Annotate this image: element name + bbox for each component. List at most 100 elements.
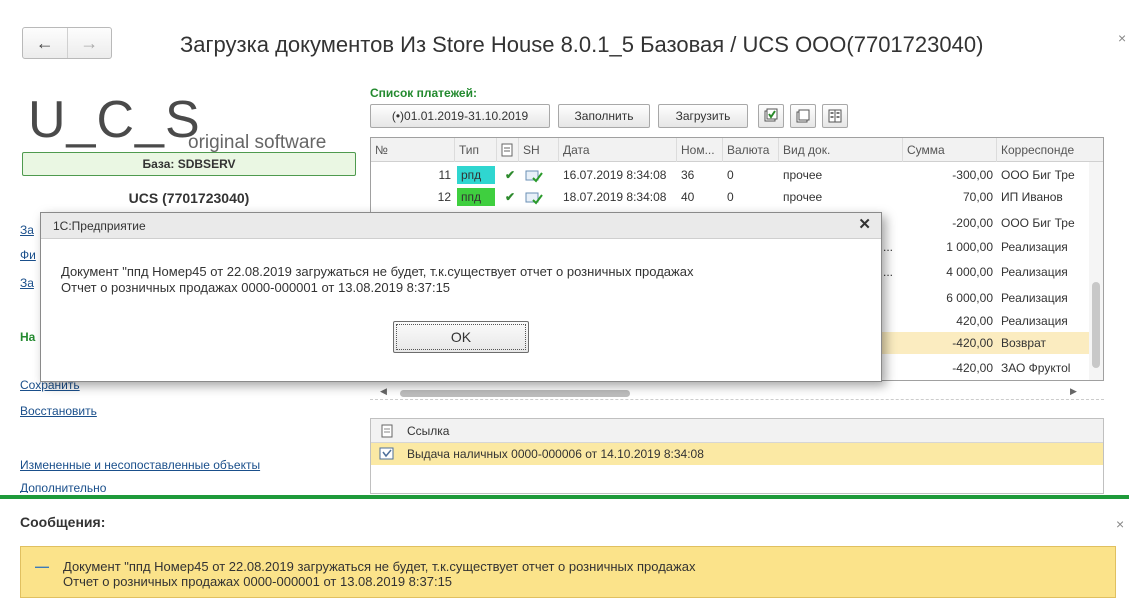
row-corr: ЗАО Фруктоl <box>1001 361 1071 375</box>
additional-link[interactable]: Дополнительно <box>20 481 106 493</box>
reference-header-label: Ссылка <box>407 424 450 438</box>
dialog-message-line-2: Отчет о розничных продажах 0000-000001 о… <box>61 280 451 295</box>
document-icon <box>381 424 393 438</box>
scroll-right-icon[interactable]: ▶ <box>1070 386 1077 397</box>
table-row[interactable]: 12 ппд ✔ 18.07.2019 8:34:08 40 0 прочее … <box>371 186 1103 208</box>
row-currency: 0 <box>727 190 734 204</box>
dialog-header: 1С:Предприятие ✕ <box>41 213 881 239</box>
row-checkbox[interactable]: ✔ <box>501 164 519 186</box>
horizontal-scroll-thumb[interactable] <box>400 390 630 397</box>
row-kind: прочее <box>783 168 823 182</box>
row-num: 12 <box>437 190 451 204</box>
fill-button[interactable]: Заполнить <box>558 104 650 128</box>
cash-document-icon <box>379 447 394 460</box>
row-type: ппд <box>457 188 495 206</box>
period-button[interactable]: (•)01.01.2019-31.10.2019 <box>370 104 550 128</box>
sidebar-link-1[interactable]: За <box>20 223 34 237</box>
row-corr: ООО Биг Тре <box>1001 168 1075 182</box>
horizontal-scrollbar[interactable]: ◀ ▶ <box>370 386 1104 400</box>
logo-subtitle: original software <box>188 132 327 153</box>
org-name: UCS (7701723040) <box>128 190 250 206</box>
row-sum: 70,00 <box>962 190 993 204</box>
check-all-icon[interactable] <box>758 104 784 128</box>
forward-button[interactable]: → <box>66 28 112 58</box>
dialog-message-line-1: Документ "ппд Номер45 от 22.08.2019 загр… <box>61 264 694 279</box>
row-kind: прочее <box>783 190 823 204</box>
sidebar-link-2[interactable]: Фи <box>20 248 36 262</box>
title-bar: ← → Загрузка документов Из Store House 8… <box>0 0 1129 80</box>
table-row[interactable]: 11 рпд ✔ 16.07.2019 8:34:08 36 0 прочее … <box>371 164 1103 186</box>
sh-doc-icon <box>521 164 555 186</box>
row-kind: ... <box>883 240 894 254</box>
reference-header: Ссылка <box>371 419 1103 443</box>
message-item[interactable]: — Документ "ппд Номер45 от 22.08.2019 за… <box>20 546 1116 598</box>
vertical-scrollbar[interactable] <box>1089 162 1103 380</box>
reference-row[interactable]: Выдача наличных 0000-000006 от 14.10.201… <box>371 443 1103 465</box>
dialog-close-icon[interactable]: ✕ <box>858 215 871 233</box>
row-nomer: 40 <box>681 190 695 204</box>
changed-objects-link[interactable]: Измененные и несопоставленные объекты <box>20 458 260 472</box>
row-sum: -420,00 <box>952 361 993 375</box>
dialog-title: 1С:Предприятие <box>53 219 146 233</box>
message-bullet-icon: — <box>35 558 49 574</box>
table-header: № Тип SH Дата Ном... Валюта Вид док. Сум… <box>371 138 1103 162</box>
uncheck-all-icon[interactable] <box>790 104 816 128</box>
window-title: Загрузка документов Из Store House 8.0.1… <box>180 32 984 57</box>
col-sh[interactable]: SH <box>519 138 559 162</box>
reference-row-text: Выдача наличных 0000-000006 от 14.10.201… <box>407 447 704 461</box>
col-corr[interactable]: Корреспонде <box>997 138 1091 162</box>
row-nomer: 36 <box>681 168 695 182</box>
row-sum: 420,00 <box>956 314 993 328</box>
restore-link[interactable]: Восстановить <box>20 404 97 418</box>
row-sum: 6 000,00 <box>946 291 993 305</box>
row-corr: Реализация <box>1001 265 1068 279</box>
col-currency[interactable]: Валюта <box>723 138 779 162</box>
col-nomer[interactable]: Ном... <box>677 138 723 162</box>
col-num[interactable]: № <box>371 138 455 162</box>
base-badge: База: SDBSERV <box>22 152 356 176</box>
row-date: 16.07.2019 8:34:08 <box>563 168 667 182</box>
messages-title: Сообщения: <box>20 514 106 530</box>
col-date[interactable]: Дата <box>559 138 677 162</box>
sh-doc-icon <box>521 186 555 208</box>
row-kind: ... <box>883 265 894 279</box>
back-button[interactable]: ← <box>23 28 67 58</box>
row-currency: 0 <box>727 168 734 182</box>
row-type: рпд <box>457 166 495 184</box>
messages-close-icon[interactable]: × <box>1116 516 1124 532</box>
row-corr: Реализация <box>1001 240 1068 254</box>
row-date: 18.07.2019 8:34:08 <box>563 190 667 204</box>
row-corr: Реализация <box>1001 291 1068 305</box>
row-corr: ИП Иванов <box>1001 190 1063 204</box>
ucs-logo: U_C_S original software <box>28 90 326 153</box>
row-sum: 4 000,00 <box>946 265 993 279</box>
row-corr: Возврат <box>1001 336 1046 350</box>
row-num: 11 <box>438 168 451 182</box>
sidebar-link-3[interactable]: За <box>20 276 34 290</box>
alert-dialog: 1С:Предприятие ✕ Документ "ппд Номер45 о… <box>40 212 882 382</box>
vertical-scroll-thumb[interactable] <box>1092 282 1100 368</box>
section-divider <box>0 495 1129 499</box>
logo-main: U_C_S <box>28 91 201 149</box>
col-kind[interactable]: Вид док. <box>779 138 903 162</box>
col-sum[interactable]: Сумма <box>903 138 997 162</box>
nav-buttons: ← → <box>22 27 112 59</box>
sidebar-section-settings: На <box>20 330 36 344</box>
col-check[interactable] <box>497 138 519 162</box>
columns-icon[interactable] <box>822 104 848 128</box>
row-sum: 1 000,00 <box>946 240 993 254</box>
col-type[interactable]: Тип <box>455 138 497 162</box>
row-checkbox[interactable]: ✔ <box>501 186 519 208</box>
row-sum: -300,00 <box>952 168 993 182</box>
ok-button[interactable]: OK <box>393 321 529 353</box>
message-line-2: Отчет о розничных продажах 0000-000001 о… <box>63 574 453 589</box>
scroll-left-icon[interactable]: ◀ <box>380 386 387 397</box>
row-corr: ООО Биг Тре <box>1001 216 1075 230</box>
message-line-1: Документ "ппд Номер45 от 22.08.2019 загр… <box>63 559 696 574</box>
row-sum: -420,00 <box>952 336 993 350</box>
window-close-icon[interactable]: × <box>1118 30 1126 46</box>
dialog-message: Документ "ппд Номер45 от 22.08.2019 загр… <box>61 264 693 296</box>
load-button[interactable]: Загрузить <box>658 104 748 128</box>
row-corr: Реализация <box>1001 314 1068 328</box>
reference-table: Ссылка Выдача наличных 0000-000006 от 14… <box>370 418 1104 494</box>
